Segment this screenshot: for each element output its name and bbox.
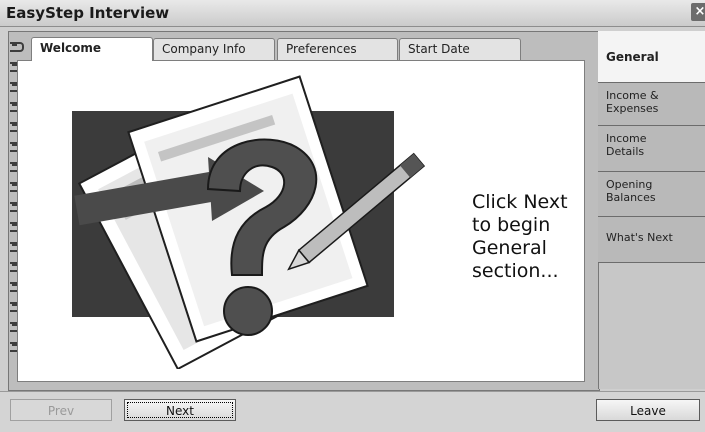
section-tab-label: General: [606, 50, 659, 64]
prev-button-label: Prev: [47, 404, 75, 418]
tab-preferences[interactable]: Preferences: [277, 38, 398, 60]
section-tab-opening-balances[interactable]: Opening Balances: [598, 171, 705, 216]
section-tab-general[interactable]: General: [598, 31, 705, 82]
section-tab-whats-next[interactable]: What's Next: [598, 216, 705, 262]
tab-welcome[interactable]: Welcome: [31, 37, 153, 61]
tab-label: Welcome: [40, 41, 102, 55]
ring-icon: [10, 40, 24, 52]
tab-label: Preferences: [286, 42, 357, 56]
tab-start-date[interactable]: Start Date: [399, 38, 521, 60]
tab-company-info[interactable]: Company Info: [153, 38, 275, 60]
tab-content: Click Next to begin General section...: [17, 60, 585, 382]
next-button-label: Next: [166, 404, 194, 418]
prev-button[interactable]: Prev: [10, 399, 112, 421]
title-bar: EasyStep Interview ×: [0, 0, 705, 27]
next-hint-text: Click Next to begin General section...: [472, 191, 568, 282]
section-tab-label: Income Details: [606, 132, 647, 158]
section-divider: [598, 262, 705, 263]
section-tab-label: Opening Balances: [606, 178, 656, 204]
section-tab-label: What's Next: [606, 231, 673, 244]
section-tab-label: Income & Expenses: [606, 89, 659, 115]
window-title: EasyStep Interview: [6, 4, 170, 22]
leave-button-label: Leave: [630, 404, 666, 418]
close-icon[interactable]: ×: [691, 3, 705, 21]
leave-button[interactable]: Leave: [596, 399, 700, 421]
section-tab-income-expenses[interactable]: Income & Expenses: [598, 82, 705, 125]
tab-label: Start Date: [408, 42, 470, 56]
section-tab-income-details[interactable]: Income Details: [598, 125, 705, 171]
next-button[interactable]: Next: [124, 399, 236, 421]
tab-label: Company Info: [162, 42, 246, 56]
question-mark-illustration: [72, 75, 426, 369]
